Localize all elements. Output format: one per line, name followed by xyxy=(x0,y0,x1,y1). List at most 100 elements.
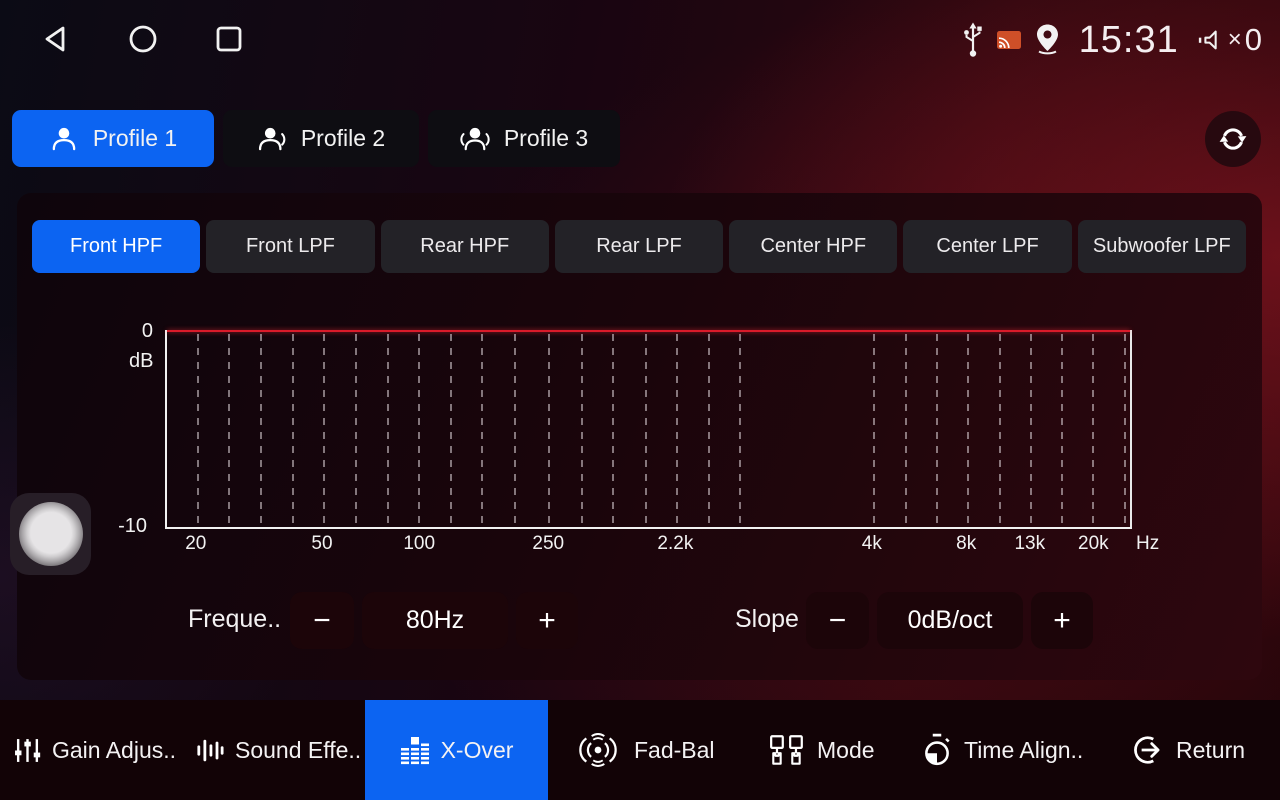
tab-center-lpf[interactable]: Center LPF xyxy=(903,220,1071,273)
frequency-value: 80Hz xyxy=(362,592,508,649)
gridline xyxy=(197,334,199,527)
cast-icon xyxy=(996,30,1022,50)
gridline xyxy=(1061,334,1063,527)
clock: 15:31 xyxy=(1079,19,1179,62)
frequency-plus-button[interactable]: + xyxy=(516,592,578,649)
x-tick-label: 8k xyxy=(956,533,976,555)
profile-tab-label: Profile 2 xyxy=(301,125,385,152)
gridline xyxy=(355,334,357,527)
gridline xyxy=(228,334,230,527)
plus-glyph: + xyxy=(1053,604,1071,638)
profile-2-icon xyxy=(257,124,287,153)
xover-panel: Front HPF Front LPF Rear HPF Rear LPF Ce… xyxy=(17,193,1262,680)
gridline xyxy=(739,334,741,527)
filter-tab-label: Center HPF xyxy=(760,235,866,258)
filter-tab-label: Front HPF xyxy=(70,235,162,258)
home-button[interactable] xyxy=(126,22,160,56)
gridline xyxy=(645,334,647,527)
floating-assist-button[interactable] xyxy=(10,493,91,575)
nav-gain-adjust[interactable]: Gain Adjus.. xyxy=(14,700,176,800)
x-tick-label: 50 xyxy=(311,533,332,555)
gridline xyxy=(387,334,389,527)
recents-button[interactable] xyxy=(212,22,246,56)
location-icon xyxy=(1034,23,1061,57)
frequency-minus-button[interactable]: − xyxy=(290,592,354,649)
minus-glyph: − xyxy=(829,604,847,638)
nav-label: Mode xyxy=(817,737,875,764)
x-tick-label: 2.2k xyxy=(657,533,693,555)
volume-indicator[interactable]: × 0 xyxy=(1197,22,1262,58)
gridline xyxy=(1092,334,1094,527)
x-tick-label: 20k xyxy=(1078,533,1109,555)
back-button[interactable] xyxy=(40,22,74,56)
gridline xyxy=(260,334,262,527)
x-tick-label: 100 xyxy=(403,533,435,555)
nav-return[interactable]: Return xyxy=(1131,700,1245,800)
tab-front-lpf[interactable]: Front LPF xyxy=(206,220,374,273)
profile-tabs: Profile 1 Profile 2 Profile 3 xyxy=(12,110,620,167)
y-tick-minus10: -10 xyxy=(113,515,147,538)
gridline xyxy=(292,334,294,527)
gridline xyxy=(418,334,420,527)
mute-x-symbol: × xyxy=(1228,26,1242,54)
response-curve xyxy=(167,330,1130,332)
profile-2-tab[interactable]: Profile 2 xyxy=(223,110,419,167)
stopwatch-icon xyxy=(921,733,953,767)
gain-sliders-icon xyxy=(14,737,41,764)
x-tick-label: 20 xyxy=(185,533,206,555)
gridline xyxy=(1124,334,1126,527)
slope-label: Slope xyxy=(735,605,799,634)
sync-icon xyxy=(1217,123,1249,155)
return-arrow-icon xyxy=(1131,733,1165,767)
frequency-label: Freque.. xyxy=(188,605,281,634)
tab-rear-lpf[interactable]: Rear LPF xyxy=(555,220,723,273)
mode-blocks-icon xyxy=(768,734,806,766)
nav-label: Time Align.. xyxy=(964,737,1083,764)
slope-minus-button[interactable]: − xyxy=(806,592,869,649)
x-axis-labels: 20501002502.2k4k8k13k20k xyxy=(165,533,1128,559)
filter-tab-label: Rear HPF xyxy=(420,235,509,258)
filter-tab-label: Subwoofer LPF xyxy=(1093,235,1231,258)
usb-icon xyxy=(962,22,984,58)
gridline xyxy=(548,334,550,527)
tab-rear-hpf[interactable]: Rear HPF xyxy=(381,220,549,273)
tab-subwoofer-lpf[interactable]: Subwoofer LPF xyxy=(1078,220,1246,273)
nav-mode[interactable]: Mode xyxy=(768,700,875,800)
gridline xyxy=(612,334,614,527)
slope-value-text: 0dB/oct xyxy=(908,606,993,635)
sound-wave-icon xyxy=(196,737,224,764)
plot-area[interactable] xyxy=(165,330,1132,529)
profile-3-icon xyxy=(460,124,490,153)
nav-time-align[interactable]: Time Align.. xyxy=(921,700,1083,800)
tab-center-hpf[interactable]: Center HPF xyxy=(729,220,897,273)
tab-front-hpf[interactable]: Front HPF xyxy=(32,220,200,273)
status-bar: 15:31 × 0 xyxy=(0,0,1280,80)
gridline xyxy=(481,334,483,527)
gridline xyxy=(450,334,452,527)
plus-glyph: + xyxy=(538,604,556,638)
gridline xyxy=(676,334,678,527)
gridline xyxy=(999,334,1001,527)
filter-tab-label: Center LPF xyxy=(936,235,1038,258)
gridline xyxy=(1030,334,1032,527)
reset-button[interactable] xyxy=(1205,111,1261,167)
nav-label: Fad-Bal xyxy=(634,737,715,764)
slope-plus-button[interactable]: + xyxy=(1031,592,1093,649)
filter-tab-bar: Front HPF Front LPF Rear HPF Rear LPF Ce… xyxy=(32,220,1246,273)
back-icon xyxy=(42,24,72,54)
home-icon xyxy=(128,24,158,54)
profile-3-tab[interactable]: Profile 3 xyxy=(428,110,620,167)
xover-screen: 15:31 × 0 Profile 1 xyxy=(0,0,1280,800)
nav-label: Return xyxy=(1176,737,1245,764)
nav-xover[interactable]: X-Over xyxy=(365,700,548,800)
minus-glyph: − xyxy=(313,604,331,638)
xover-equalizer-icon xyxy=(400,735,430,765)
frequency-value-text: 80Hz xyxy=(406,606,464,635)
x-tick-label: 250 xyxy=(532,533,564,555)
nav-sound-effect[interactable]: Sound Effe.. xyxy=(196,700,361,800)
gridline xyxy=(936,334,938,527)
profile-1-tab[interactable]: Profile 1 xyxy=(12,110,214,167)
profile-1-icon xyxy=(49,124,79,153)
nav-fad-bal[interactable]: Fad-Bal xyxy=(573,700,715,800)
filter-tab-label: Front LPF xyxy=(246,235,335,258)
